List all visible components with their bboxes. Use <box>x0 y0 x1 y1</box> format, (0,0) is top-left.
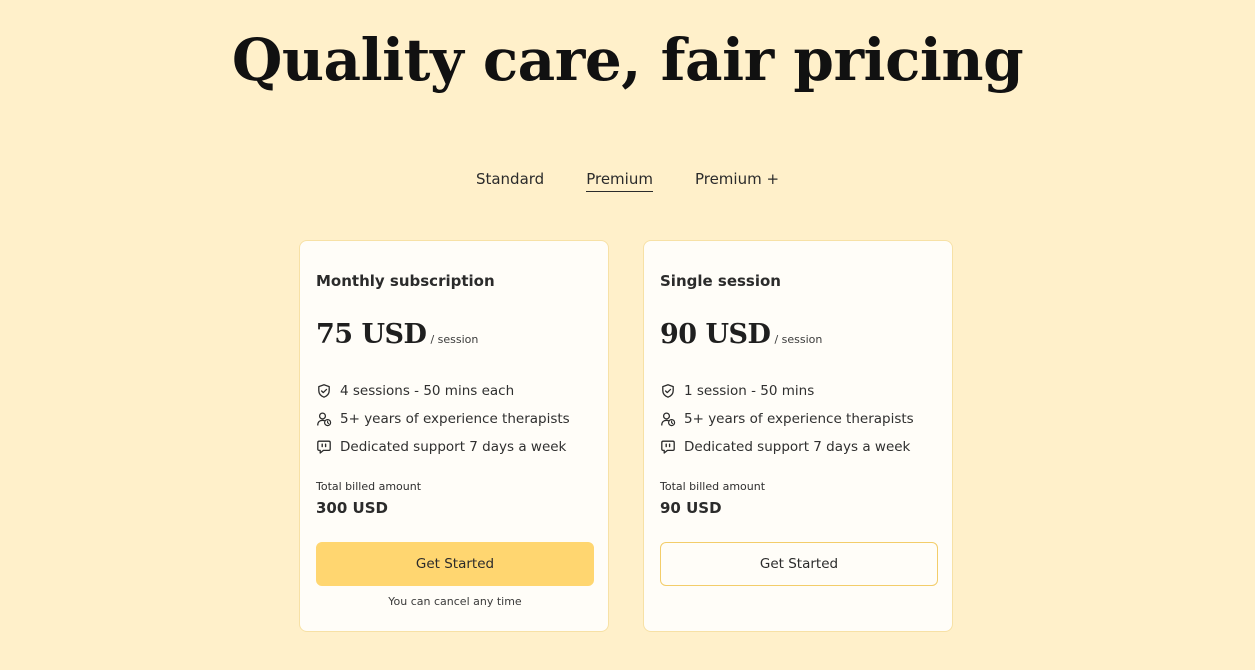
pricing-card-single: Single session 90 USD / session 1 sessio… <box>643 240 953 632</box>
billed-amount: 90 USD <box>660 499 722 517</box>
price-row: 90 USD / session <box>660 319 822 350</box>
plan-title: Monthly subscription <box>316 272 495 290</box>
feature-list: 1 session - 50 mins 5+ years of experien… <box>660 377 914 461</box>
user-clock-icon <box>660 411 676 427</box>
plan-price: 90 USD <box>660 319 771 350</box>
pricing-card-monthly: Monthly subscription 75 USD / session 4 … <box>299 240 609 632</box>
plan-title: Single session <box>660 272 781 290</box>
plan-tier-tabs: Standard Premium Premium + <box>0 168 1255 192</box>
shield-check-icon <box>660 383 676 399</box>
chat-bubble-icon <box>660 439 676 455</box>
plan-price: 75 USD <box>316 319 427 350</box>
get-started-button[interactable]: Get Started <box>660 542 938 586</box>
user-clock-icon <box>316 411 332 427</box>
feature-list: 4 sessions - 50 mins each 5+ years of ex… <box>316 377 570 461</box>
billed-label: Total billed amount <box>660 480 766 493</box>
feature-item: 5+ years of experience therapists <box>316 405 570 433</box>
feature-text: 5+ years of experience therapists <box>340 411 570 427</box>
feature-text: 4 sessions - 50 mins each <box>340 383 515 399</box>
shield-check-icon <box>316 383 332 399</box>
cancel-note: You can cancel any time <box>388 595 522 608</box>
price-unit: / session <box>774 333 823 346</box>
tab-premium-plus[interactable]: Premium + <box>695 168 779 192</box>
billed-label: Total billed amount <box>316 480 422 493</box>
feature-item: 4 sessions - 50 mins each <box>316 377 570 405</box>
feature-text: Dedicated support 7 days a week <box>340 439 567 455</box>
billed-amount: 300 USD <box>316 499 388 517</box>
feature-item: Dedicated support 7 days a week <box>316 433 570 461</box>
price-unit: / session <box>430 333 479 346</box>
feature-text: 1 session - 50 mins <box>684 383 815 399</box>
tab-standard[interactable]: Standard <box>476 168 544 192</box>
tab-premium[interactable]: Premium <box>586 168 653 192</box>
get-started-button[interactable]: Get Started <box>316 542 594 586</box>
feature-item: 5+ years of experience therapists <box>660 405 914 433</box>
feature-item: Dedicated support 7 days a week <box>660 433 914 461</box>
feature-item: 1 session - 50 mins <box>660 377 914 405</box>
feature-text: 5+ years of experience therapists <box>684 411 914 427</box>
price-row: 75 USD / session <box>316 319 478 350</box>
page-title: Quality care, fair pricing <box>231 26 1024 94</box>
feature-text: Dedicated support 7 days a week <box>684 439 911 455</box>
chat-bubble-icon <box>316 439 332 455</box>
